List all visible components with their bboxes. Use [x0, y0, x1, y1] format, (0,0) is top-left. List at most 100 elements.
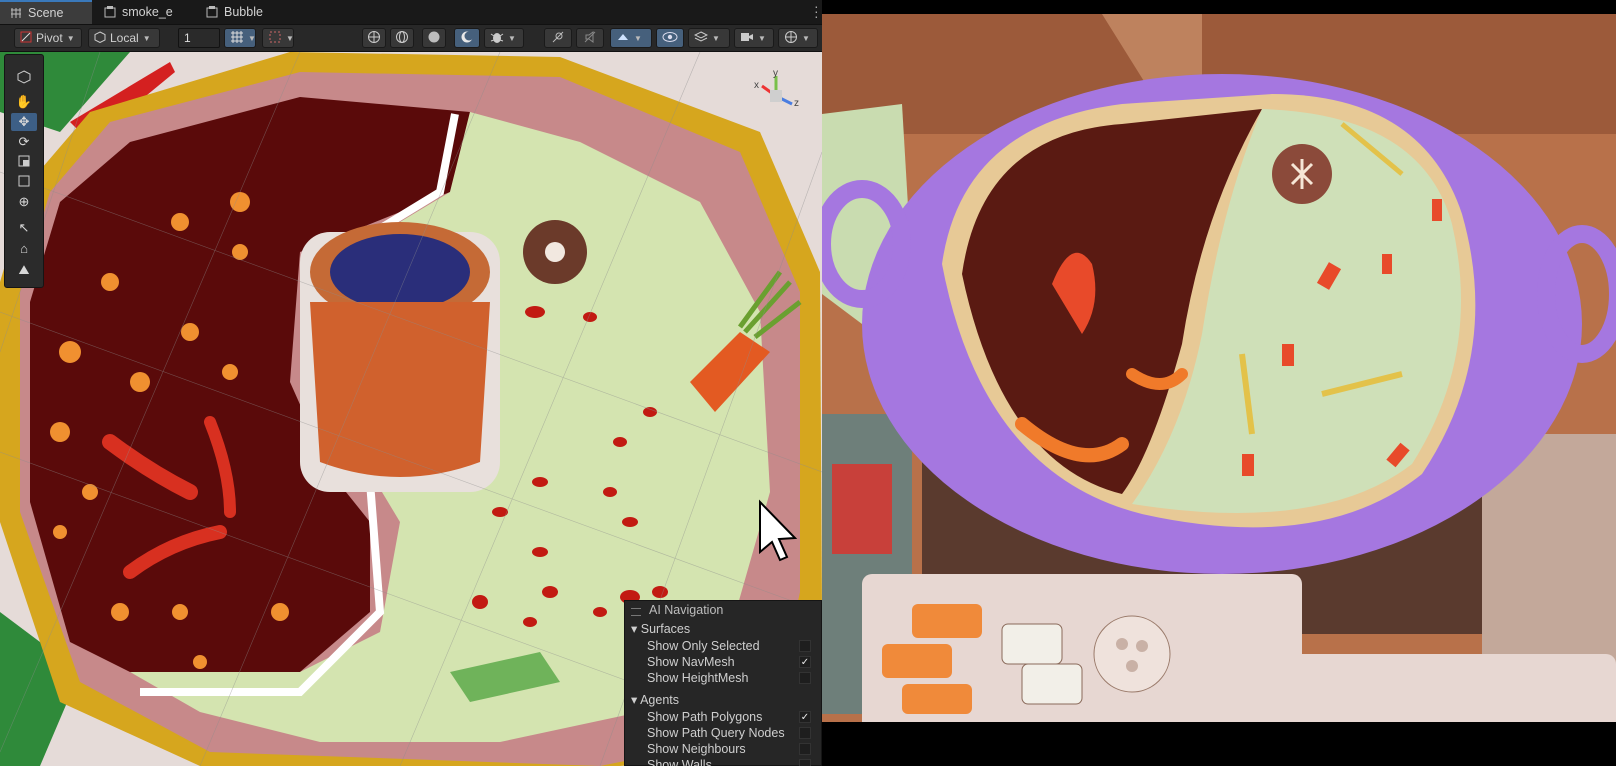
grid-snap-button[interactable]: ▼	[224, 28, 256, 48]
option-label: Show Path Polygons	[647, 710, 763, 724]
rotate-tool-button[interactable]: ⟳	[11, 133, 37, 151]
pivot-dropdown[interactable]: Pivot ▼	[14, 28, 82, 48]
cursor-tool-icon: ↖	[18, 220, 30, 235]
rect-transform-icon	[18, 175, 30, 190]
snap-increment-field[interactable]: 1	[178, 28, 220, 48]
shaded-mode-button[interactable]	[422, 28, 446, 48]
layers-dropdown[interactable]: ▼	[688, 28, 730, 48]
scale-icon	[18, 155, 30, 170]
tab-label: Bubble	[224, 5, 263, 19]
audio-toggle-button[interactable]	[576, 28, 604, 48]
show-neighbours-toggle[interactable]: Show Neighbours	[647, 742, 817, 756]
gizmo-y-label: y	[773, 68, 778, 79]
gizmo-z-label: z	[794, 98, 799, 109]
transform-tool-button[interactable]: ⊕	[11, 193, 37, 211]
checkbox[interactable]	[799, 640, 811, 652]
option-label: Show HeightMesh	[647, 671, 749, 685]
2d-toggle-button[interactable]	[544, 28, 572, 48]
navmesh-tool-button[interactable]: ⌂	[11, 239, 37, 257]
gizmo-sphere-icon	[784, 30, 798, 47]
drag-handle-icon[interactable]	[631, 608, 641, 616]
grid-snap-icon	[230, 30, 244, 47]
checkbox[interactable]	[799, 743, 811, 755]
tab-label: smoke_e	[122, 5, 173, 19]
scene-toolbar: Pivot ▼ Local ▼ 1 ▼ ▼ ▼ ▼ ▼ ▼ ▼	[0, 25, 822, 52]
view-tool-2d-button[interactable]	[11, 69, 37, 87]
chevron-down-icon: ▼	[286, 33, 294, 43]
rect-tool-button[interactable]	[11, 173, 37, 191]
game-view-render	[822, 14, 1616, 722]
chevron-down-icon: ▾	[631, 622, 638, 636]
ingredient-tray	[1292, 654, 1616, 722]
eye-icon	[662, 31, 678, 46]
increment-snap-button[interactable]: ▼	[262, 28, 294, 48]
wireframe-mode-button[interactable]	[390, 28, 414, 48]
tab-bubble[interactable]: Bubble	[196, 0, 296, 24]
raw-meat	[832, 464, 892, 554]
effects-dropdown[interactable]: ▼	[610, 28, 652, 48]
option-label: Show Neighbours	[647, 742, 746, 756]
show-path-polygons-toggle[interactable]: Show Path Polygons ✓	[647, 710, 817, 724]
lit-mode-button[interactable]	[454, 28, 480, 48]
pivot-label: Pivot	[36, 31, 63, 45]
option-label: Show Walls	[647, 758, 712, 766]
chimney-top	[330, 234, 470, 310]
chevron-down-icon: ▼	[66, 33, 75, 43]
show-navmesh-toggle[interactable]: Show NavMesh ✓	[647, 655, 817, 669]
show-walls-toggle[interactable]: Show Walls	[647, 758, 817, 766]
debug-draw-mode-button[interactable]: ▼	[484, 28, 524, 48]
show-heightmesh-toggle[interactable]: Show HeightMesh	[647, 671, 817, 685]
terrain-tool-button[interactable]: ⛰	[11, 261, 37, 279]
option-label: Show Path Query Nodes	[647, 726, 785, 740]
chevron-down-icon: ▼	[758, 33, 766, 43]
gizmos-dropdown[interactable]: ▼	[778, 28, 818, 48]
overlay-title: AI Navigation	[649, 603, 724, 617]
checkbox[interactable]	[799, 727, 811, 739]
custom-tool-button[interactable]: ↖	[11, 219, 37, 237]
lotus-root-slice	[1093, 615, 1171, 693]
prefab-icon	[104, 6, 116, 18]
checkbox[interactable]	[799, 759, 811, 766]
more-options-icon[interactable]: · · ·	[814, 0, 819, 23]
layers-icon	[693, 30, 709, 47]
orientation-gizmo[interactable]: y x z	[748, 68, 804, 124]
checkbox-checked[interactable]: ✓	[799, 711, 811, 723]
transform-icon: ⊕	[18, 194, 30, 209]
surfaces-foldout[interactable]: ▾ Surfaces	[631, 621, 690, 636]
space-label: Local	[110, 31, 139, 45]
camera-dropdown[interactable]: ▼	[734, 28, 774, 48]
option-label: Show Only Selected	[647, 639, 760, 653]
scale-tool-button[interactable]	[11, 153, 37, 171]
space-dropdown[interactable]: Local ▼	[88, 28, 160, 48]
chevron-down-icon: ▼	[508, 33, 516, 43]
checkbox-checked[interactable]: ✓	[799, 656, 811, 668]
editor-tab-bar: Scene smoke_e Bubble · · ·	[0, 0, 822, 25]
global-view-button[interactable]	[362, 28, 386, 48]
gizmo-x-label: x	[754, 80, 759, 91]
show-path-query-nodes-toggle[interactable]: Show Path Query Nodes	[647, 726, 817, 740]
terrain-icon: ⛰	[18, 262, 30, 277]
show-only-selected-toggle[interactable]: Show Only Selected	[647, 639, 817, 653]
scene-visibility-button[interactable]	[656, 28, 684, 48]
chevron-down-icon: ▼	[634, 33, 642, 43]
globe-icon	[367, 30, 381, 47]
scene-view-panel: Scene smoke_e Bubble · · · Pivot ▼ Local…	[0, 0, 822, 766]
hand-tool-button[interactable]: ✋	[11, 93, 37, 111]
tab-smoke-e[interactable]: smoke_e	[94, 0, 194, 24]
tab-label: Scene	[28, 6, 64, 20]
bug-icon	[490, 30, 504, 47]
option-label: Show NavMesh	[647, 655, 735, 669]
move-arrows-icon: ✥	[18, 114, 30, 129]
camera-icon	[740, 31, 754, 46]
pivot-icon	[20, 31, 32, 46]
cube-icon	[17, 69, 31, 87]
hand-icon: ✋	[15, 94, 33, 109]
agents-foldout[interactable]: ▾ Agents	[631, 692, 679, 707]
checkbox[interactable]	[799, 672, 811, 684]
move-tool-button[interactable]: ✥	[11, 113, 37, 131]
rotate-icon: ⟳	[18, 134, 30, 149]
tab-scene[interactable]: Scene	[0, 0, 92, 24]
lit-sphere-icon	[460, 30, 474, 47]
chevron-down-icon: ▼	[248, 33, 256, 43]
chevron-down-icon: ▼	[802, 33, 810, 43]
